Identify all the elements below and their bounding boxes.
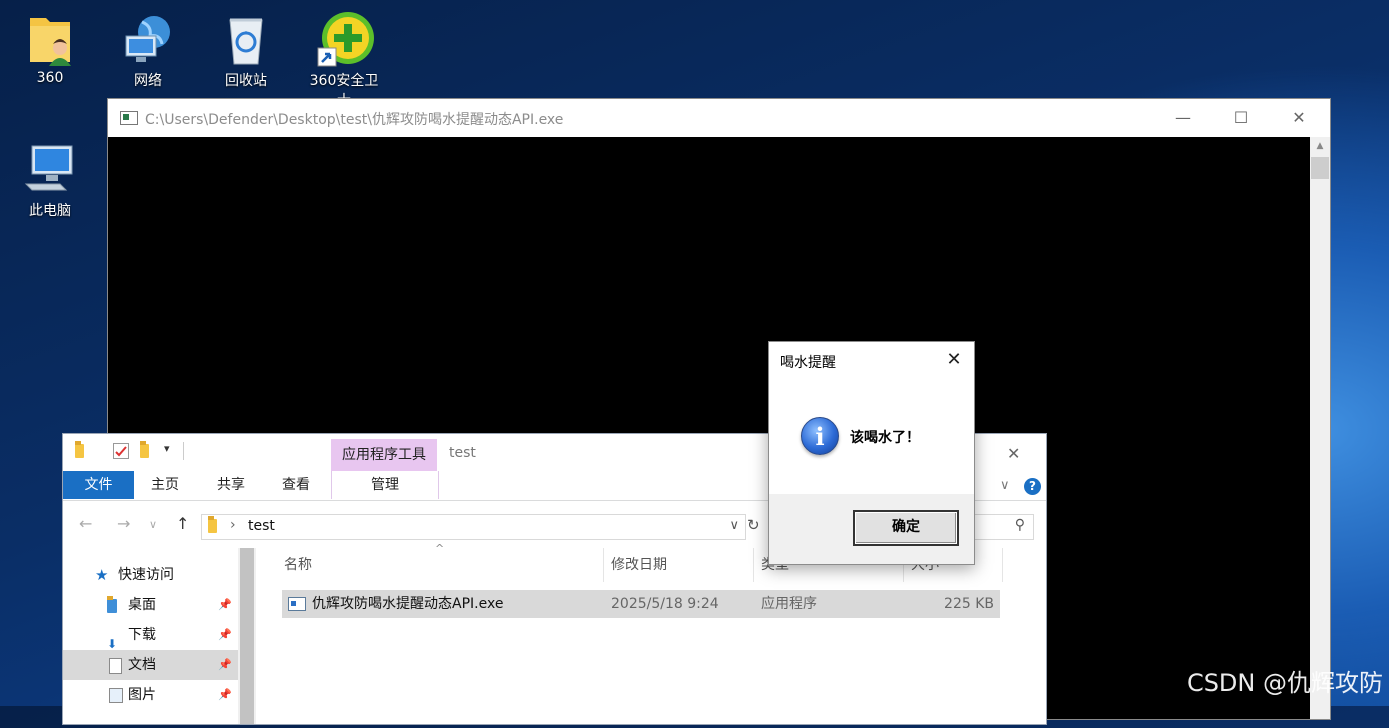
msgbox-close-icon[interactable]: ✕ xyxy=(934,342,974,378)
up-arrow-icon[interactable]: ↑ xyxy=(176,514,189,533)
msgbox-title: 喝水提醒 xyxy=(780,355,836,371)
360-safe-icon xyxy=(316,12,374,68)
address-folder-icon xyxy=(208,516,217,534)
scrollbar-thumb[interactable] xyxy=(240,548,254,724)
column-divider xyxy=(1002,548,1003,582)
desktop-icon-label: 此电脑 xyxy=(29,203,71,219)
msgbox-message: 该喝水了！ xyxy=(850,430,920,446)
desktop-icon-label: 网络 xyxy=(134,73,162,89)
refresh-icon[interactable]: ↻ xyxy=(747,516,760,534)
pictures-icon xyxy=(109,688,123,703)
column-header-date[interactable]: 修改日期 xyxy=(611,548,667,582)
maximize-button[interactable]: ☐ xyxy=(1212,99,1270,137)
document-icon xyxy=(109,658,122,674)
navigation-pane: ★ 快速访问 桌面 📌 ⬇ 下载 📌 文档 📌 图片 📌 xyxy=(63,548,238,728)
column-divider xyxy=(603,548,604,582)
desktop-icon-360[interactable]: 360 xyxy=(10,12,90,86)
context-tab-app-tools[interactable]: 应用程序工具 xyxy=(331,439,437,471)
recent-dropdown-icon[interactable]: ∨ xyxy=(149,518,157,531)
sidebar-item-documents[interactable]: 文档 📌 xyxy=(63,650,238,680)
info-icon: i xyxy=(801,417,839,455)
tab-home[interactable]: 主页 xyxy=(141,471,189,499)
file-name: 仇辉攻防喝水提醒动态API.exe xyxy=(312,596,504,612)
properties-check-icon[interactable] xyxy=(113,443,129,459)
breadcrumb-test[interactable]: test xyxy=(248,518,275,534)
address-dropdown-icon[interactable]: ∨ xyxy=(729,518,739,533)
sidebar-item-label: 下载 xyxy=(128,627,156,643)
minimize-button[interactable]: — xyxy=(1154,99,1212,137)
back-arrow-icon[interactable]: ← xyxy=(79,514,92,533)
pin-icon[interactable]: 📌 xyxy=(218,590,232,620)
sidebar-item-label: 文档 xyxy=(128,657,156,673)
tab-view[interactable]: 查看 xyxy=(272,471,320,499)
sidebar-item-quick-access[interactable]: ★ 快速访问 xyxy=(63,560,238,590)
forward-arrow-icon[interactable]: → xyxy=(117,514,130,533)
desktop-icon-label: 360 xyxy=(36,70,64,86)
sidebar-item-label: 快速访问 xyxy=(118,567,174,583)
console-titlebar[interactable]: C:\Users\Defender\Desktop\test\仇辉攻防喝水提醒动… xyxy=(108,99,1330,137)
computer-icon xyxy=(22,142,78,198)
qat-dropdown-icon[interactable]: ▾ xyxy=(164,442,170,455)
network-icon xyxy=(120,12,176,68)
sidebar-item-label: 桌面 xyxy=(128,597,156,613)
desktop-icon-label: 回收站 xyxy=(225,73,267,89)
sidebar-item-desktop[interactable]: 桌面 📌 xyxy=(63,590,238,620)
desktop-icon-360-safe[interactable]: 360安全卫士 xyxy=(304,12,384,110)
sort-ascending-icon: ^ xyxy=(435,542,445,555)
folder-icon xyxy=(75,441,84,458)
exe-file-icon xyxy=(288,597,306,611)
desktop-icon-recycle-bin[interactable]: 回收站 xyxy=(206,12,286,90)
file-date: 2025/5/18 9:24 xyxy=(611,596,719,612)
address-bar[interactable]: › test ∨ xyxy=(201,514,746,540)
search-input[interactable]: ⚲ xyxy=(972,514,1034,540)
qat-divider xyxy=(183,442,184,460)
user-folder-icon xyxy=(22,12,78,68)
tab-share[interactable]: 共享 xyxy=(207,471,255,499)
desktop-icon-network[interactable]: 网络 xyxy=(108,12,188,90)
nav-pane-scrollbar[interactable] xyxy=(238,548,256,724)
desktop-folder-icon xyxy=(107,596,117,613)
scroll-up-icon[interactable]: ▲ xyxy=(1310,137,1330,155)
desktop-icon-this-pc[interactable]: 此电脑 xyxy=(10,142,90,220)
tab-manage[interactable]: 管理 xyxy=(331,471,439,499)
watermark: CSDN @仇辉攻防 xyxy=(1186,669,1383,697)
tab-file[interactable]: 文件 xyxy=(63,471,134,499)
console-scrollbar[interactable]: ▲ xyxy=(1310,137,1330,719)
help-icon[interactable]: ? xyxy=(1024,478,1041,495)
star-icon: ★ xyxy=(95,566,109,584)
new-folder-icon[interactable] xyxy=(140,441,149,458)
console-title: C:\Users\Defender\Desktop\test\仇辉攻防喝水提醒动… xyxy=(145,112,564,128)
search-icon: ⚲ xyxy=(1014,517,1025,533)
explorer-title: test xyxy=(449,445,476,461)
explorer-close-icon[interactable]: ✕ xyxy=(1007,444,1020,463)
scrollbar-thumb[interactable] xyxy=(1311,157,1329,179)
table-row[interactable]: 仇辉攻防喝水提醒动态API.exe 2025/5/18 9:24 应用程序 22… xyxy=(282,590,1000,618)
sidebar-item-downloads[interactable]: ⬇ 下载 📌 xyxy=(63,620,238,651)
recycle-bin-icon xyxy=(218,12,274,68)
console-app-icon xyxy=(120,111,138,125)
message-box[interactable]: 喝水提醒 ✕ i 该喝水了！ 确定 xyxy=(768,341,975,565)
ok-button[interactable]: 确定 xyxy=(853,510,959,546)
breadcrumb-chevron-icon: › xyxy=(230,517,236,533)
pin-icon[interactable]: 📌 xyxy=(218,620,232,650)
pin-icon[interactable]: 📌 xyxy=(218,650,232,680)
file-type: 应用程序 xyxy=(761,596,817,612)
ribbon-expand-icon[interactable]: ∨ xyxy=(1000,478,1010,493)
column-header-name[interactable]: 名称 xyxy=(284,548,312,582)
column-divider xyxy=(753,548,754,582)
file-size: 225 KB xyxy=(944,596,994,612)
close-button[interactable]: ✕ xyxy=(1270,99,1328,137)
